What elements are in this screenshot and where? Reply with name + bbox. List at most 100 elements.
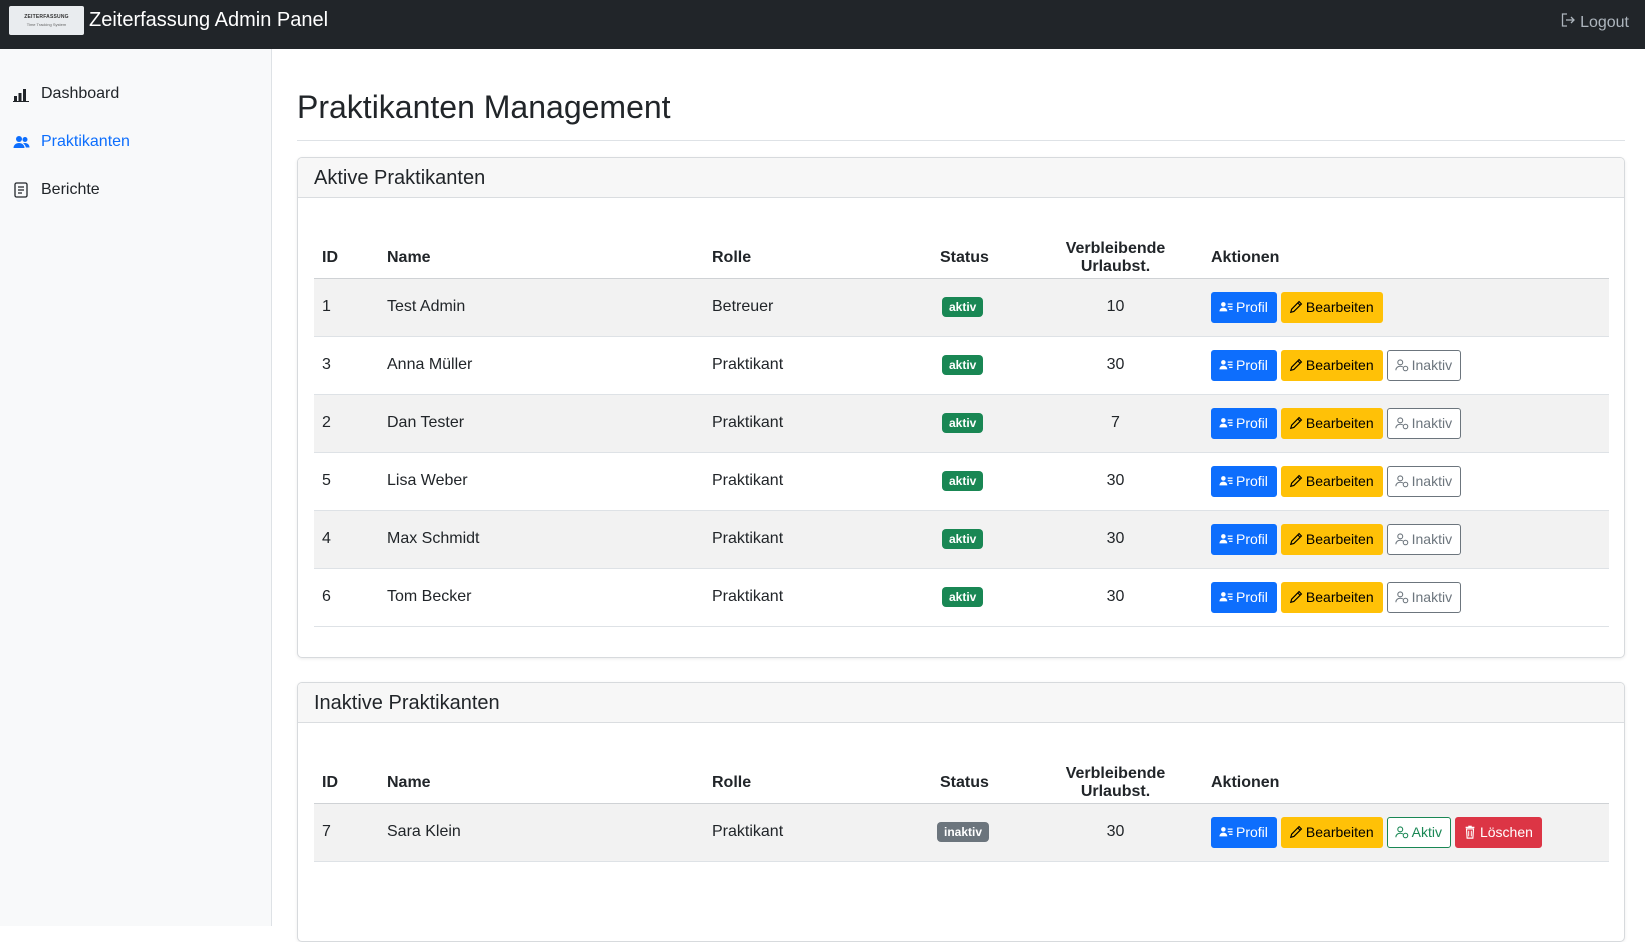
card-header: Inaktive Praktikanten (298, 683, 1624, 723)
deactivate-button-label: Inaktiv (1411, 357, 1453, 373)
deactivate-button[interactable]: Inaktiv (1386, 523, 1462, 555)
cell-rolle: Praktikant (704, 510, 932, 569)
delete-button[interactable]: Löschen (1454, 816, 1542, 848)
sidebar-item-dashboard[interactable]: Dashboard (12, 82, 119, 106)
inactive-table-body: 7 Sara Klein Praktikant inaktiv 30 Profil Bear… (314, 803, 1609, 862)
pencil-icon (1289, 474, 1303, 488)
cell-urlaub: 30 (1028, 510, 1203, 569)
status-badge: aktiv (942, 297, 984, 317)
table-header-row: ID Name Rolle Status Verbleibende Urlaub… (314, 238, 1609, 279)
deactivate-button[interactable]: Inaktiv (1386, 581, 1462, 613)
cell-aktionen: Profil Bearbeiten Inaktiv (1203, 568, 1609, 627)
person-lines-icon (1219, 416, 1233, 430)
cell-rolle: Praktikant (704, 452, 932, 511)
action-buttons: Profil Bearbeiten Inaktiv (1211, 581, 1601, 613)
sidebar: Dashboard Praktikanten Berichte (0, 49, 272, 926)
cell-name: Max Schmidt (379, 510, 704, 569)
profile-button-label: Profil (1236, 589, 1268, 605)
trash-icon (1463, 825, 1477, 839)
sidebar-item-label: Praktikanten (41, 133, 130, 150)
pencil-icon (1289, 358, 1303, 372)
cell-name: Tom Becker (379, 568, 704, 627)
pencil-icon (1289, 416, 1303, 430)
profile-button[interactable]: Profil (1211, 581, 1277, 613)
profile-button[interactable]: Profil (1211, 816, 1277, 848)
cell-id: 6 (314, 568, 379, 627)
edit-button[interactable]: Bearbeiten (1280, 291, 1383, 323)
sidebar-item-label: Dashboard (41, 85, 120, 102)
edit-button[interactable]: Bearbeiten (1280, 349, 1383, 381)
cell-aktionen: Profil Bearbeiten Inaktiv (1203, 336, 1609, 395)
status-badge: aktiv (942, 355, 984, 375)
column-header-aktionen: Aktionen (1203, 763, 1609, 804)
document-icon (12, 181, 30, 199)
person-dash-icon (1394, 474, 1409, 488)
cell-name: Sara Klein (379, 803, 704, 862)
logout-label: Logout (1580, 13, 1629, 31)
status-badge: inaktiv (937, 822, 990, 842)
profile-button[interactable]: Profil (1211, 465, 1277, 497)
profile-button[interactable]: Profil (1211, 291, 1277, 323)
person-lines-icon (1219, 300, 1233, 314)
edit-button[interactable]: Bearbeiten (1280, 816, 1383, 848)
edit-button[interactable]: Bearbeiten (1280, 465, 1383, 497)
person-lines-icon (1219, 532, 1233, 546)
sidebar-item-berichte[interactable]: Berichte (12, 178, 100, 202)
action-buttons: Profil Bearbeiten (1211, 291, 1601, 323)
sidebar-item-praktikanten[interactable]: Praktikanten (12, 130, 130, 154)
person-dash-icon (1394, 532, 1409, 546)
edit-button[interactable]: Bearbeiten (1280, 581, 1383, 613)
cell-status: aktiv (932, 336, 1028, 395)
cell-id: 1 (314, 278, 379, 337)
cell-id: 3 (314, 336, 379, 395)
cell-urlaub: 30 (1028, 803, 1203, 862)
cell-urlaub: 30 (1028, 452, 1203, 511)
cell-status: inaktiv (932, 803, 1028, 862)
cell-status: aktiv (932, 394, 1028, 453)
person-dash-icon (1394, 590, 1409, 604)
activate-button-label: Aktiv (1411, 824, 1442, 840)
card-body: ID Name Rolle Status Verbleibende Urlaub… (298, 723, 1624, 862)
edit-button-label: Bearbeiten (1305, 473, 1374, 489)
person-lines-icon (1219, 358, 1233, 372)
cell-rolle: Praktikant (704, 336, 932, 395)
profile-button-label: Profil (1236, 357, 1268, 373)
pencil-icon (1289, 590, 1303, 604)
column-header-id: ID (314, 763, 379, 804)
edit-button[interactable]: Bearbeiten (1280, 407, 1383, 439)
profile-button[interactable]: Profil (1211, 407, 1277, 439)
cell-status: aktiv (932, 568, 1028, 627)
deactivate-button[interactable]: Inaktiv (1386, 465, 1462, 497)
edit-button-label: Bearbeiten (1305, 299, 1374, 315)
pencil-icon (1289, 825, 1303, 839)
deactivate-button[interactable]: Inaktiv (1386, 349, 1462, 381)
cell-aktionen: Profil Bearbeiten (1203, 278, 1609, 337)
deactivate-button[interactable]: Inaktiv (1386, 407, 1462, 439)
cell-urlaub: 30 (1028, 568, 1203, 627)
table-row: 6 Tom Becker Praktikant aktiv 30 Profil Bearbe… (314, 568, 1609, 627)
cell-aktionen: Profil Bearbeiten Aktiv Löschen (1203, 803, 1609, 862)
profile-button[interactable]: Profil (1211, 349, 1277, 381)
edit-button-label: Bearbeiten (1305, 357, 1374, 373)
cell-status: aktiv (932, 452, 1028, 511)
brand-logo[interactable]: ZEITERFASSUNG Time Tracking System (9, 6, 84, 35)
deactivate-button-label: Inaktiv (1411, 473, 1453, 489)
column-header-status: Status (932, 238, 1028, 279)
status-badge: aktiv (942, 587, 984, 607)
logout-link[interactable]: Logout (1560, 12, 1629, 33)
profile-button[interactable]: Profil (1211, 523, 1277, 555)
deactivate-button-label: Inaktiv (1411, 415, 1453, 431)
profile-button-label: Profil (1236, 824, 1268, 840)
activate-button[interactable]: Aktiv (1386, 816, 1451, 848)
active-interns-card: Aktive Praktikanten ID Name Rolle Status… (297, 157, 1625, 658)
edit-button[interactable]: Bearbeiten (1280, 523, 1383, 555)
cell-name: Test Admin (379, 278, 704, 337)
cell-id: 2 (314, 394, 379, 453)
people-icon (12, 133, 30, 151)
page-title: Praktikanten Management (297, 89, 671, 125)
deactivate-button-label: Inaktiv (1411, 531, 1453, 547)
person-lines-icon (1219, 474, 1233, 488)
cell-urlaub: 7 (1028, 394, 1203, 453)
app-title[interactable]: Zeiterfassung Admin Panel (89, 9, 328, 32)
table-row: 7 Sara Klein Praktikant inaktiv 30 Profil Bear… (314, 803, 1609, 862)
